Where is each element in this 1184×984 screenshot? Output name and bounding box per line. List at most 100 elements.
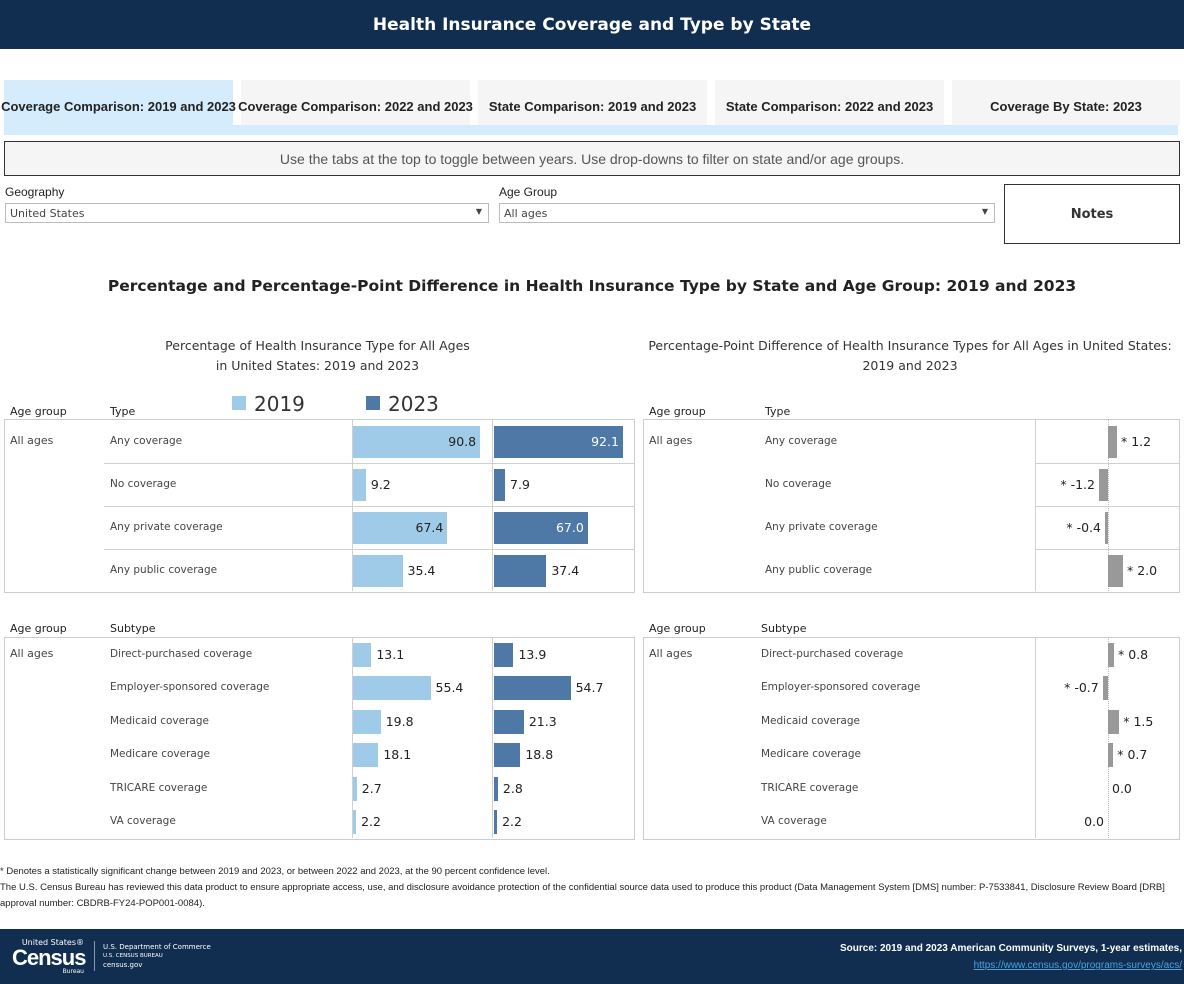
dashboard-title: Health Insurance Coverage and Type by St… (0, 0, 1184, 49)
right-table-frame (643, 637, 1180, 840)
panel-divider (1035, 637, 1036, 838)
bar-2023 (494, 810, 498, 835)
diff-value: 0.0 (1112, 780, 1132, 796)
type-label: Any coverage (110, 434, 183, 447)
column-header-age-group: Age group (10, 622, 67, 635)
bar-value-2019: 2.2 (361, 814, 381, 830)
bar-2023 (494, 554, 547, 587)
panel-divider (492, 419, 493, 591)
bar-2023 (494, 743, 521, 768)
bar-value-2023: 21.3 (528, 713, 557, 729)
bar-value-2023: 2.2 (502, 814, 522, 830)
type-label: Direct-purchased coverage (761, 647, 904, 660)
type-label: Any private coverage (110, 520, 223, 533)
diff-value: * -1.2 (1060, 476, 1095, 492)
diff-bar (1102, 676, 1108, 701)
left-chart-title: Percentage of Health Insurance Type for … (100, 336, 535, 376)
type-label: Direct-purchased coverage (110, 647, 253, 660)
bar-value-2023: 13.9 (518, 646, 547, 662)
census-logo: United States® Census Bureau (12, 938, 86, 975)
right-chart-title: Percentage-Point Difference of Health In… (640, 336, 1180, 376)
footer: United States® Census Bureau U.S. Depart… (0, 929, 1184, 984)
tab-coverage-2022-2023[interactable]: Coverage Comparison: 2022 and 2023 (238, 80, 473, 125)
notes-button[interactable]: Notes (1004, 184, 1180, 244)
age-group-cell: All ages (10, 646, 54, 660)
tab-coverage-by-state-2023[interactable]: Coverage By State: 2023 (952, 80, 1180, 125)
bar-value-2019: 55.4 (435, 680, 464, 696)
legend-label-2023: 2023 (388, 392, 439, 416)
bar-value-2023: 92.1 (591, 433, 619, 449)
diff-bar (1108, 709, 1120, 734)
column-header-subtype: Subtype (110, 622, 156, 635)
legend-swatch-2019 (232, 396, 246, 410)
left-chart-title-line2: in United States: 2019 and 2023 (215, 358, 420, 373)
bar-2019 (353, 468, 366, 501)
row-separator (1035, 506, 1179, 507)
type-label: Any public coverage (765, 563, 873, 576)
bureau-name: U.S. CENSUS BUREAU (103, 953, 163, 959)
main-title: Percentage and Percentage-Point Differen… (107, 277, 1077, 295)
significance-footnote: * Denotes a statistically significant ch… (0, 866, 550, 877)
bar-2019 (353, 676, 431, 701)
diff-value: * 2.0 (1127, 562, 1158, 578)
tab-state-2019-2023[interactable]: State Comparison: 2019 and 2023 (478, 80, 707, 125)
tab-coverage-2019-2023[interactable]: Coverage Comparison: 2019 and 2023 (1, 80, 236, 125)
dropdown-arrow-icon: ▼ (981, 207, 988, 216)
column-header-age-group: Age group (649, 405, 706, 418)
bar-2019 (353, 810, 357, 835)
bar-value-2023: 37.4 (551, 562, 580, 578)
department-block: U.S. Department of Commerce U.S. CENSUS … (103, 943, 211, 970)
type-label: VA coverage (761, 815, 827, 828)
logo-divider (94, 941, 95, 971)
column-header-age-group: Age group (649, 622, 706, 635)
left-table-frame (4, 637, 635, 840)
diff-value: * 1.2 (1121, 433, 1152, 449)
bar-2019 (353, 642, 372, 667)
type-label: Employer-sponsored coverage (110, 681, 270, 694)
bar-value-2019: 18.1 (383, 747, 412, 763)
row-separator (104, 549, 634, 550)
type-label: Any private coverage (765, 520, 878, 533)
bar-2023 (494, 776, 498, 801)
row-separator (1035, 549, 1179, 550)
instructions-banner: Use the tabs at the top to toggle betwee… (4, 141, 1180, 176)
disclosure-footnote: The U.S. Census Bureau has reviewed this… (0, 882, 1165, 909)
age-group-cell: All ages (10, 433, 54, 447)
panel-divider (1035, 419, 1036, 591)
diff-bar (1108, 554, 1123, 587)
bar-value-2023: 18.8 (525, 747, 554, 763)
diff-bar (1099, 468, 1108, 501)
age-group-dropdown[interactable]: All ages ▼ (499, 203, 995, 223)
type-label: VA coverage (110, 815, 176, 828)
bar-value-2023: 67.0 (555, 519, 584, 535)
type-label: Any public coverage (110, 563, 218, 576)
right-chart-title-line2: 2019 and 2023 (862, 358, 958, 373)
bar-value-2019: 9.2 (370, 476, 391, 492)
panel-divider (492, 637, 493, 838)
type-label: Employer-sponsored coverage (761, 681, 921, 694)
bar-value-2023: 2.8 (502, 780, 523, 796)
geography-dropdown[interactable]: United States ▼ (5, 203, 489, 223)
legend-label-2019: 2019 (254, 392, 305, 416)
column-header-subtype: Subtype (761, 622, 807, 635)
bar-value-2019: 2.7 (361, 780, 382, 796)
right-chart-title-line1: Percentage-Point Difference of Health In… (648, 338, 1172, 353)
type-label: TRICARE coverage (761, 781, 859, 794)
type-label: Medicare coverage (110, 748, 210, 761)
type-label: TRICARE coverage (110, 781, 208, 794)
diff-value: * 1.5 (1123, 713, 1154, 729)
bar-2023 (494, 468, 506, 501)
type-label: Medicaid coverage (110, 714, 209, 727)
bar-value-2019: 13.1 (376, 646, 405, 662)
diff-value: * -0.7 (1064, 680, 1099, 696)
bar-2023 (494, 676, 571, 701)
age-group-value: All ages (504, 207, 548, 220)
bar-2019 (353, 743, 379, 768)
age-group-label: Age Group (499, 185, 558, 199)
bar-value-2019: 35.4 (407, 562, 436, 578)
row-separator (104, 506, 634, 507)
column-header-type: Type (765, 405, 791, 418)
geography-label: Geography (5, 185, 65, 199)
source-link[interactable]: https://www.census.gov/programs-surveys/… (974, 960, 1182, 971)
tab-state-2022-2023[interactable]: State Comparison: 2022 and 2023 (715, 80, 944, 125)
